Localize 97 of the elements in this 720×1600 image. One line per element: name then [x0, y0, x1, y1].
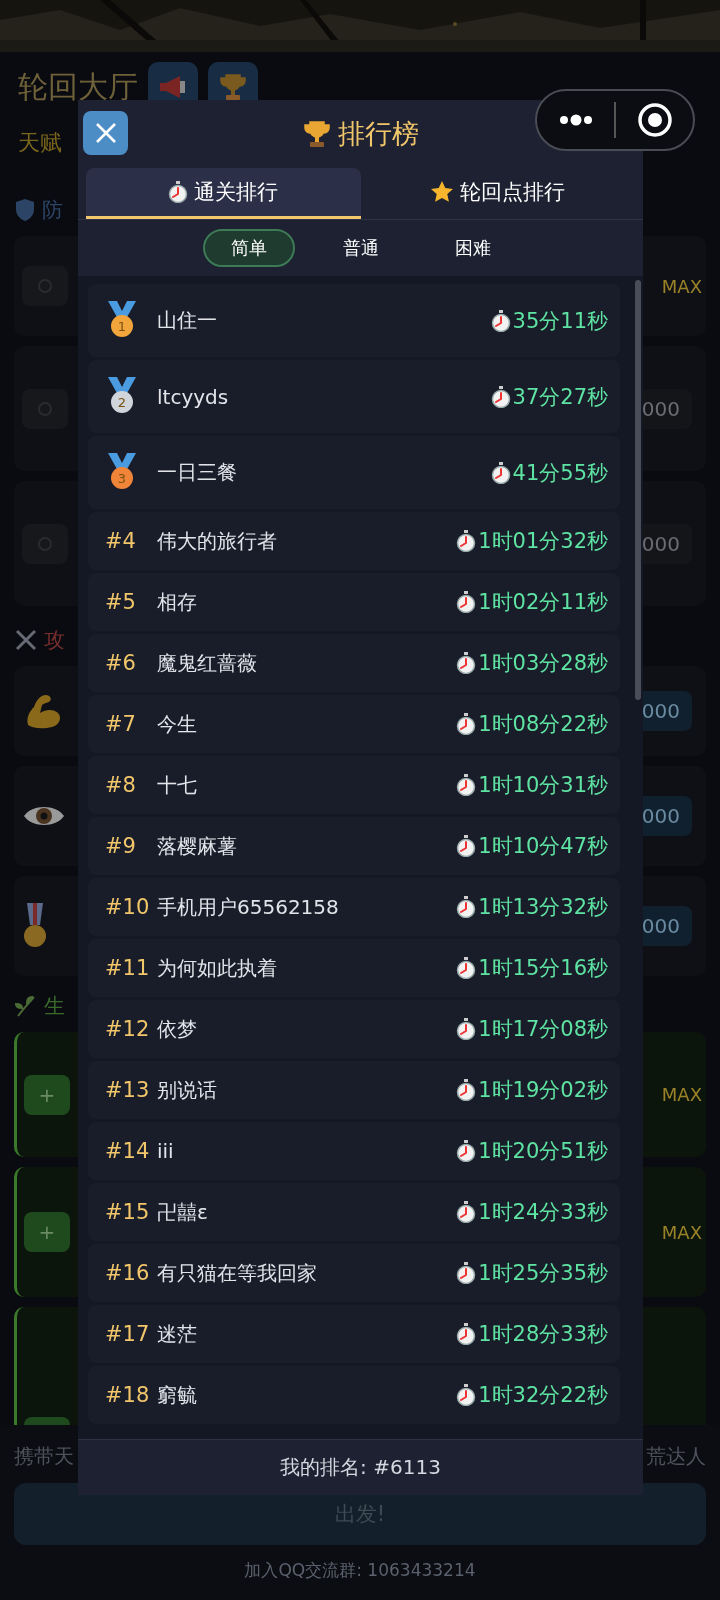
player-name: 依梦: [157, 1015, 198, 1043]
player-name: 十七: [157, 771, 198, 799]
player-name: 别说话: [157, 1076, 218, 1104]
rank-number: #11: [105, 956, 151, 980]
rank-number: #4: [105, 529, 137, 553]
clear-time: 1时24分33秒: [478, 1199, 608, 1226]
stopwatch-icon: [456, 1079, 477, 1101]
close-button[interactable]: [83, 111, 128, 155]
ranking-tab[interactable]: 通关排行: [86, 168, 361, 219]
medal-icon: [22, 903, 48, 949]
clear-time: 35分11秒: [512, 307, 608, 335]
megaphone-icon: [158, 74, 188, 100]
section-heading: 防: [42, 197, 63, 224]
stopwatch-icon: [168, 181, 189, 203]
rank-number: #5: [105, 590, 137, 614]
talent-label: 天赋: [17, 129, 62, 157]
player-name: 伟大的旅行者: [157, 527, 278, 555]
stopwatch-icon: [456, 1018, 477, 1040]
stopwatch-icon: [456, 896, 477, 918]
clear-time: 1时10分31秒: [478, 772, 608, 799]
carry-label: 携带天: [14, 1443, 74, 1470]
stopwatch-icon: [456, 957, 477, 979]
my-rank-text: 我的排名: #6113: [280, 1454, 441, 1481]
stopwatch-icon: [456, 1384, 477, 1406]
page-title: 轮回大厅: [17, 67, 138, 106]
rank-number: #15: [105, 1200, 151, 1224]
shield-icon: [14, 198, 36, 222]
clear-time: 1时15分16秒: [478, 955, 608, 982]
stopwatch-icon: [490, 309, 511, 332]
clear-time: 1时02分11秒: [478, 589, 608, 616]
target-icon: [636, 102, 673, 138]
player-name: 今生: [157, 710, 198, 738]
clear-time: 1时28分33秒: [478, 1321, 608, 1348]
scrollbar-thumb[interactable]: [635, 280, 641, 700]
stopwatch-icon: [490, 385, 511, 408]
player-name: 窮毓: [157, 1381, 198, 1409]
clear-time: 1时25分35秒: [478, 1260, 608, 1287]
difficulty-tab[interactable]: 简单: [202, 229, 295, 267]
carry-label: 荒达人: [646, 1443, 706, 1470]
rank-number: #12: [105, 1017, 151, 1041]
trophy-icon: [218, 72, 248, 102]
stopwatch-icon: [456, 835, 477, 857]
stopwatch-icon: [456, 591, 477, 613]
close-icon: [94, 122, 117, 144]
stopwatch-icon: [456, 1140, 477, 1162]
stopwatch-icon: [490, 461, 511, 484]
star-icon: [430, 180, 455, 204]
clear-time: 1时03分28秒: [478, 650, 608, 677]
clear-time: 41分55秒: [512, 459, 608, 487]
player-name: ltcyyds: [157, 384, 230, 409]
player-name: 落樱麻薯: [157, 832, 238, 860]
rank-number: #13: [105, 1078, 151, 1102]
clear-time: 1时32分22秒: [478, 1382, 608, 1409]
stopwatch-icon: [456, 530, 477, 552]
max-label: MAX: [661, 1084, 702, 1105]
player-name: 手机用户65562158: [157, 893, 340, 921]
crossed-swords-icon: [14, 628, 38, 652]
rank-number: #17: [105, 1322, 151, 1346]
stopwatch-icon: [456, 1262, 477, 1284]
player-name: iii: [157, 1139, 175, 1163]
stopwatch-icon: [456, 1323, 477, 1345]
player-name: 为何如此执着: [157, 954, 278, 982]
max-label: MAX: [661, 275, 702, 297]
stopwatch-icon: [456, 652, 477, 674]
player-name: 有只猫在等我回家: [157, 1259, 318, 1287]
player-name: 山住一: [157, 307, 218, 334]
section-heading: 生: [44, 993, 65, 1020]
clear-time: 1时10分47秒: [478, 833, 608, 860]
rank-number: #6: [105, 651, 137, 675]
player-name: 相存: [157, 588, 198, 616]
stopwatch-icon: [456, 774, 477, 796]
rank-number: #16: [105, 1261, 151, 1285]
clear-time: 1时17分08秒: [478, 1016, 608, 1043]
max-label: MAX: [661, 1221, 702, 1243]
rank-number: #18: [105, 1383, 151, 1407]
qq-group-text: 加入QQ交流群: 1063433214: [244, 1559, 476, 1582]
player-name: 一日三餐: [157, 459, 238, 486]
clear-time: 1时20分51秒: [478, 1138, 608, 1165]
player-name: 魔鬼红蔷薇: [157, 649, 258, 677]
clear-time: 1时19分02秒: [478, 1077, 608, 1104]
rank-number: #8: [105, 773, 137, 797]
dialog-title: 排行榜: [338, 117, 419, 151]
trophy-icon: [302, 119, 332, 149]
section-heading: 攻: [44, 627, 65, 654]
ranking-tab[interactable]: 轮回点排行: [360, 168, 635, 219]
player-name: 迷茫: [157, 1320, 198, 1348]
more-icon: [557, 114, 594, 126]
stopwatch-icon: [456, 1201, 477, 1223]
player-name: 卍囍ε: [157, 1198, 209, 1226]
rank-number: #7: [105, 712, 137, 736]
difficulty-tab[interactable]: 困难: [426, 229, 519, 267]
sprout-icon: [14, 994, 38, 1018]
rank-number: #14: [105, 1139, 151, 1163]
rank-number: #9: [105, 834, 137, 858]
difficulty-tab[interactable]: 普通: [314, 229, 407, 267]
rank-number: #10: [105, 895, 151, 919]
stopwatch-icon: [456, 713, 477, 735]
